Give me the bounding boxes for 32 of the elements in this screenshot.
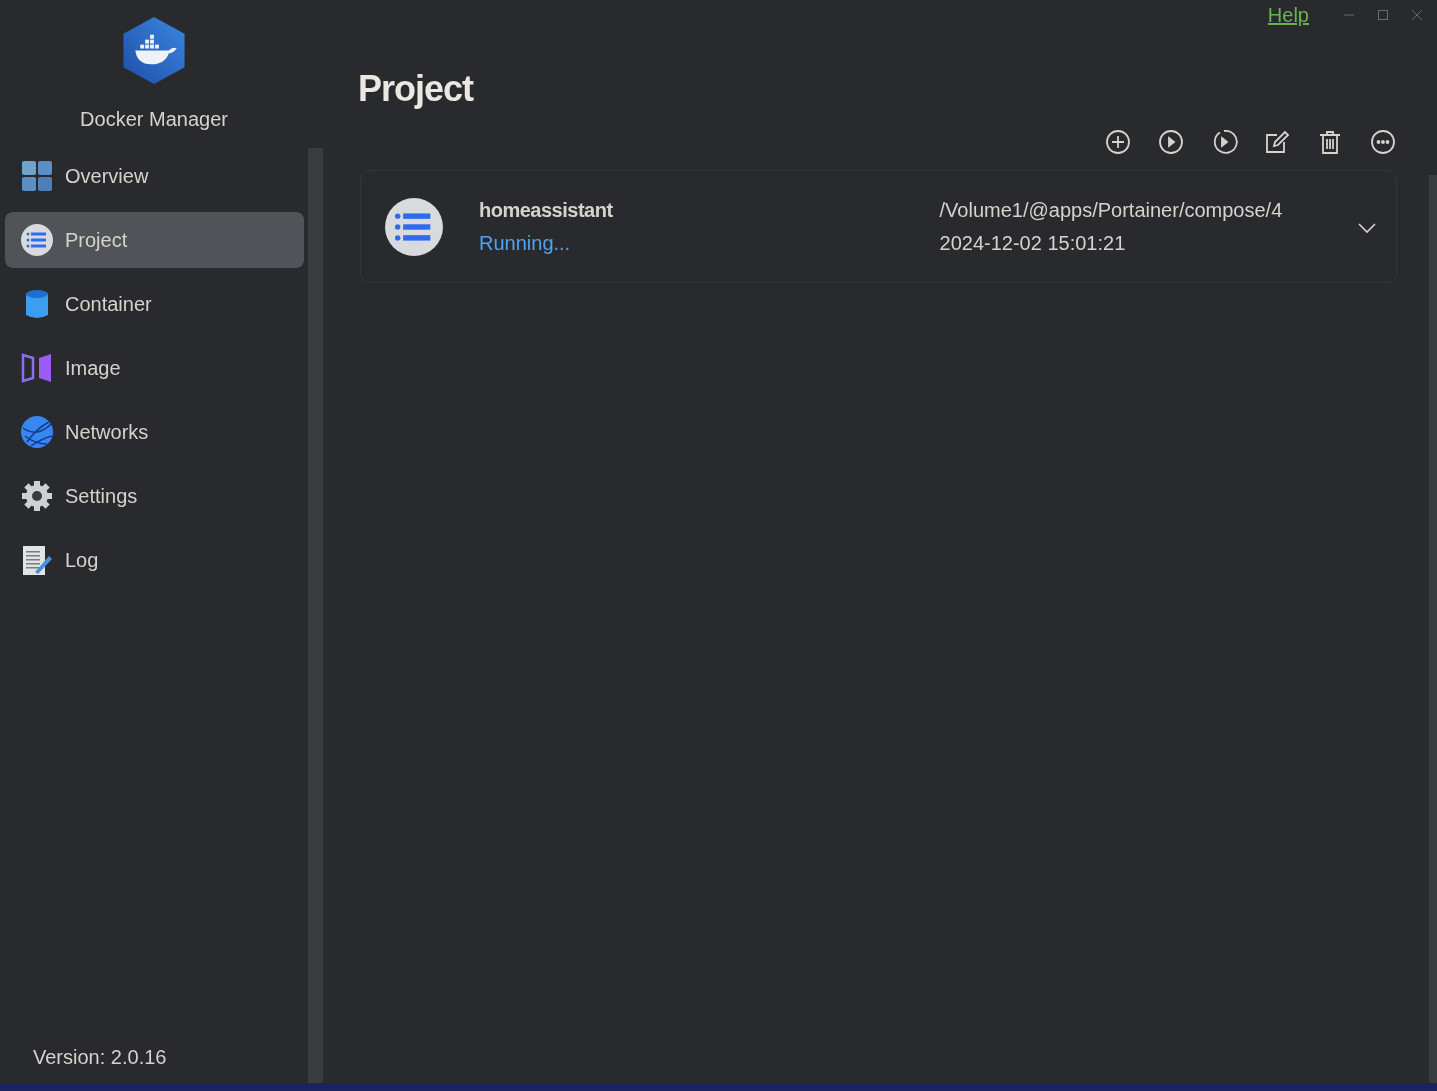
maximize-icon[interactable]: [1377, 9, 1389, 21]
sidebar-item[interactable]: Settings: [5, 468, 304, 524]
gear-icon: [21, 480, 53, 512]
document-pen-icon: [21, 544, 53, 576]
whale-logo-icon: [123, 17, 185, 84]
project-date: 2024-12-02 15:01:21: [939, 231, 1127, 255]
sidebar-item[interactable]: Networks: [5, 404, 304, 460]
app-name: Docker Manager: [80, 108, 228, 131]
sidebar-item[interactable]: Log: [5, 532, 304, 588]
main-scrollbar[interactable]: [1429, 175, 1437, 1083]
edit-button[interactable]: [1263, 128, 1291, 156]
project-path: /Volume1/@apps/Portainer/compose/4: [939, 198, 1283, 222]
close-icon[interactable]: [1411, 9, 1423, 21]
add-button[interactable]: [1104, 128, 1132, 156]
list-icon: [21, 224, 53, 256]
play-button[interactable]: [1157, 128, 1185, 156]
sidebar-item[interactable]: Overview: [5, 148, 304, 204]
panels-icon: [21, 352, 53, 384]
help-link[interactable]: Help: [1267, 3, 1309, 27]
sidebar-item[interactable]: Project: [5, 212, 304, 268]
more-button[interactable]: [1369, 128, 1397, 156]
sidebar-item[interactable]: Image: [5, 340, 304, 396]
project-card[interactable]: homeassistant Running... /Volume1/@apps/Portainer/compose/4 2024-12-02 15:01:21: [360, 170, 1397, 283]
project-status: Running...: [479, 231, 572, 255]
version-label: Version: 2.0.16: [33, 1046, 168, 1069]
globe-icon: [21, 416, 53, 448]
list-icon: [385, 197, 443, 256]
page-title: Project: [358, 68, 475, 110]
project-name: homeassistant: [479, 198, 613, 222]
sidebar-scrollbar[interactable]: [308, 148, 323, 1083]
sidebar-item[interactable]: Container: [5, 276, 304, 332]
tiles-icon: [21, 160, 53, 192]
